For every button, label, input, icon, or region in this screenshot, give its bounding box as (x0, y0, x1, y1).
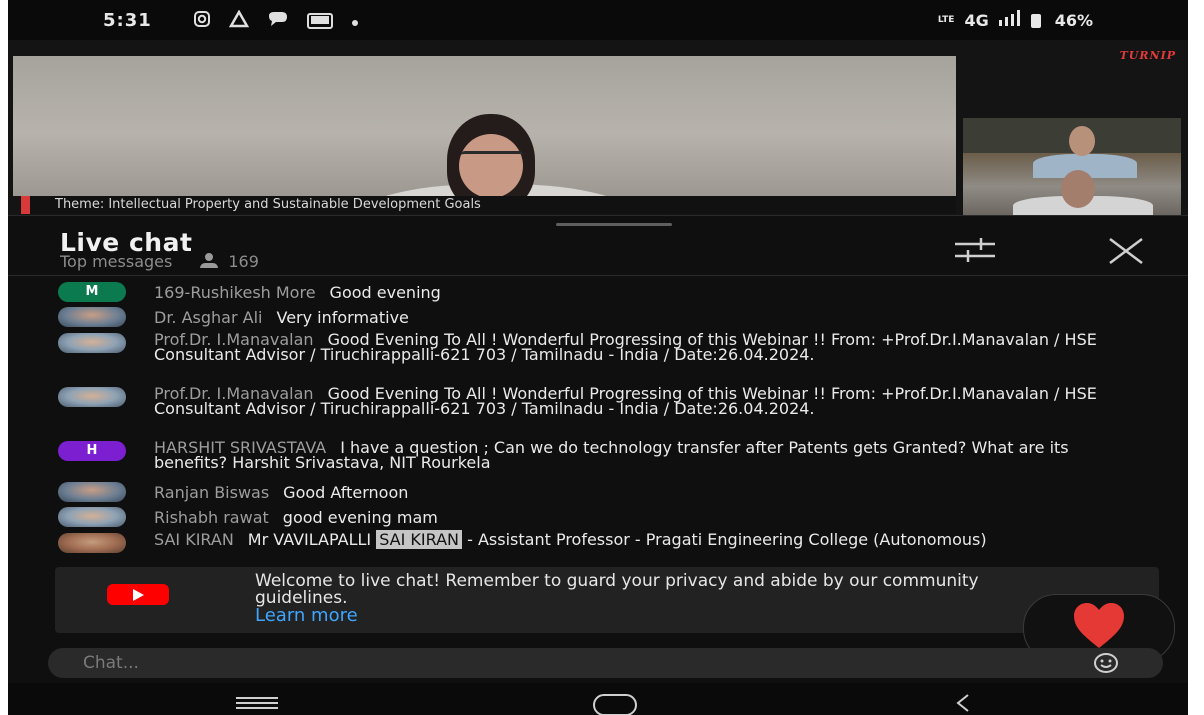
status-time: 5:31 (103, 10, 152, 31)
caption-text: Theme: Intellectual Property and Sustain… (55, 197, 481, 212)
chat-message-list[interactable]: M 169-Rushikesh More Good evening Dr. Asg… (8, 278, 1188, 562)
message-author[interactable]: 169-Rushikesh More (154, 283, 316, 302)
message-text: Mr VAVILAPALLI (247, 530, 372, 549)
smiley-icon[interactable] (1093, 652, 1119, 678)
phone-screen: 5:31 LTE 4G 46% TURNIP Theme: Intellectu… (8, 0, 1188, 715)
status-system-icons: LTE 4G 46% (938, 10, 1093, 30)
battery-icon (1030, 11, 1045, 30)
chat-input[interactable] (48, 648, 1163, 678)
divider (8, 275, 1188, 276)
participant-2-head (1061, 170, 1095, 208)
instagram-icon (193, 10, 211, 32)
viewers-icon (200, 252, 219, 268)
status-notification-icons (193, 9, 359, 32)
speaker-face (459, 134, 523, 196)
brand-logo: TURNIP (1119, 49, 1176, 62)
drag-handle[interactable] (556, 223, 672, 226)
speaker-glasses (461, 151, 523, 164)
close-icon[interactable] (1104, 235, 1148, 267)
main-speaker-video[interactable] (13, 56, 956, 196)
caption-marker (21, 196, 30, 214)
heart-icon (1074, 603, 1124, 648)
dot-icon (351, 12, 359, 31)
chat-bubble-icon (267, 10, 289, 32)
chat-mode-label: Top messages (60, 252, 173, 271)
avatar[interactable] (58, 533, 126, 553)
participant-1-head (1069, 126, 1095, 156)
navigation-bar (8, 683, 1188, 715)
mention-highlight: SAI KIRAN (376, 530, 463, 549)
message-text: Very informative (276, 308, 409, 327)
avatar[interactable] (58, 307, 126, 327)
message-text: good evening mam (282, 508, 438, 527)
network-label: 4G (964, 10, 989, 30)
message-text: Good evening (329, 283, 441, 302)
message-body: Rishabh rawat good evening mam (154, 508, 1144, 527)
divider (8, 215, 1188, 216)
avatar[interactable] (58, 333, 126, 353)
signal-icon (998, 10, 1021, 30)
back-icon[interactable] (953, 692, 973, 715)
message-body: Prof.Dr. I.Manavalan Good Evening To All … (154, 386, 1144, 417)
avatar[interactable]: H (58, 441, 126, 461)
avatar[interactable] (58, 387, 126, 407)
volte-label: LTE (937, 15, 955, 25)
theme-caption: Theme: Intellectual Property and Sustain… (21, 196, 956, 214)
message-body: HARSHIT SRIVASTAVA I have a question ; Ca… (154, 440, 1144, 471)
recents-icon[interactable] (236, 697, 278, 709)
avatar[interactable] (58, 507, 126, 527)
message-author[interactable]: SAI KIRAN (154, 530, 234, 549)
participant-video[interactable] (963, 118, 1181, 216)
avatar[interactable]: M (58, 282, 126, 302)
welcome-text: Welcome to live chat! Remember to guard … (255, 571, 979, 608)
message-text: - Assistant Professor - Pragati Engineer… (467, 530, 987, 549)
message-author[interactable]: Ranjan Biswas (154, 483, 269, 502)
message-body: 169-Rushikesh More Good evening (154, 283, 1144, 302)
message-text: Good Afternoon (283, 483, 409, 502)
drive-icon (228, 9, 250, 32)
message-body: Prof.Dr. I.Manavalan Good Evening To All … (154, 332, 1144, 363)
live-chat-mode[interactable]: Top messages 169 (60, 252, 259, 271)
message-body: Ranjan Biswas Good Afternoon (154, 483, 1144, 502)
avatar[interactable] (58, 482, 126, 502)
message-body: SAI KIRAN Mr VAVILAPALLI SAI KIRAN - Assi… (154, 530, 1144, 549)
learn-more-link[interactable]: Learn more (255, 605, 358, 626)
tune-icon[interactable] (953, 236, 997, 266)
home-icon[interactable] (593, 694, 637, 715)
battery-percent: 46% (1054, 10, 1093, 30)
message-author[interactable]: Rishabh rawat (154, 508, 269, 527)
video-player[interactable]: TURNIP (8, 40, 1188, 216)
message-author[interactable]: Dr. Asghar Ali (154, 308, 262, 327)
message-body: Dr. Asghar Ali Very informative (154, 308, 1144, 327)
status-bar: 5:31 LTE 4G 46% (8, 0, 1188, 40)
notification-badge-icon (307, 13, 333, 29)
welcome-banner: Welcome to live chat! Remember to guard … (55, 567, 1159, 633)
youtube-logo-icon (107, 584, 169, 605)
viewer-count: 169 (228, 252, 259, 271)
